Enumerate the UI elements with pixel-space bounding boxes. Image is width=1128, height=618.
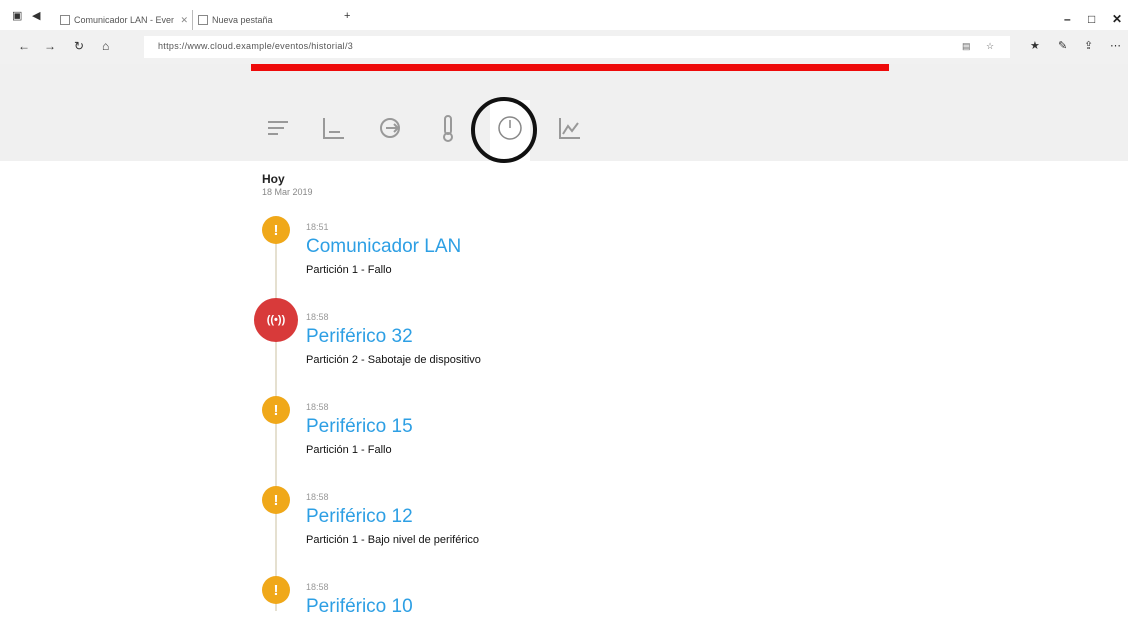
event-description: Partición 2 - Sabotaje de dispositivo xyxy=(306,354,481,366)
tab-label: Comunicador LAN - Eventos xyxy=(74,15,174,25)
thermometer-icon[interactable] xyxy=(432,112,464,144)
more-icon[interactable]: ⋯ xyxy=(1110,39,1121,52)
back-tabs-icon[interactable]: ◀ xyxy=(32,11,40,22)
back-icon[interactable]: ← xyxy=(18,39,30,53)
event-time: 18:58 xyxy=(306,582,329,592)
favorite-star-icon[interactable]: ☆ xyxy=(986,41,994,52)
event-description: Partición 1 - Fallo xyxy=(306,264,392,276)
event-description: Partición 1 - Bajo nivel de periférico xyxy=(306,534,480,546)
favorites-icon[interactable]: ★ xyxy=(1030,39,1040,52)
day-label: Hoy xyxy=(262,172,285,186)
event-time: 18:51 xyxy=(306,222,329,232)
alarm-icon: ((•)) xyxy=(254,298,298,342)
close-window-icon[interactable]: ✕ xyxy=(1112,12,1122,26)
home-icon[interactable]: ⌂ xyxy=(102,39,109,53)
exclamation-icon: ! xyxy=(262,576,290,604)
page-loading-bar xyxy=(251,64,889,71)
forward-icon[interactable]: → xyxy=(44,39,56,53)
exclamation-icon: ! xyxy=(262,396,290,424)
event-description: Partición 1 - Fallo xyxy=(306,444,392,456)
browser-tab-bar: ▣ ◀ Comunicador LAN - Eventos ✕ Nueva pe… xyxy=(0,0,1128,30)
login-icon[interactable] xyxy=(374,112,406,144)
notes-icon[interactable]: ✎ xyxy=(1058,39,1067,52)
share-icon[interactable]: ⇪ xyxy=(1084,39,1093,52)
event-time: 18:58 xyxy=(306,312,329,322)
event-title[interactable]: Periférico 32 xyxy=(306,326,413,348)
chart-icon[interactable] xyxy=(318,112,350,144)
day-date: 18 Mar 2019 xyxy=(262,187,313,197)
close-tab-icon[interactable]: ✕ xyxy=(180,15,192,26)
new-tab-icon[interactable]: + xyxy=(344,11,350,22)
url-field[interactable]: https://www.cloud.example/eventos/histor… xyxy=(144,36,1010,58)
reading-view-icon[interactable]: ▤ xyxy=(962,41,971,52)
url-text: https://www.cloud.example/eventos/histor… xyxy=(158,41,354,51)
refresh-icon[interactable]: ↻ xyxy=(74,39,84,53)
favicon-icon xyxy=(198,15,208,25)
maximize-icon[interactable]: □ xyxy=(1088,12,1095,26)
browser-tab[interactable]: Nueva pestaña xyxy=(198,10,318,30)
exclamation-icon: ! xyxy=(262,216,290,244)
tab-actions-icon[interactable]: ▣ xyxy=(12,11,22,22)
minimize-icon[interactable]: – xyxy=(1064,12,1071,26)
address-bar: ← → ↻ ⌂ https://www.cloud.example/evento… xyxy=(0,30,1128,64)
event-time: 18:58 xyxy=(306,402,329,412)
browser-tab-active[interactable]: Comunicador LAN - Eventos ✕ xyxy=(60,10,193,30)
annotation-circle xyxy=(471,97,537,163)
event-time: 18:58 xyxy=(306,492,329,502)
event-title[interactable]: Comunicador LAN xyxy=(306,236,461,258)
event-title[interactable]: Periférico 10 xyxy=(306,596,413,618)
exclamation-icon: ! xyxy=(262,486,290,514)
day-header: Hoy 18 Mar 2019 xyxy=(262,172,313,197)
area-chart-icon[interactable] xyxy=(554,112,586,144)
list-icon[interactable] xyxy=(262,112,294,144)
tab-label: Nueva pestaña xyxy=(212,15,273,25)
event-title[interactable]: Periférico 15 xyxy=(306,416,413,438)
event-title[interactable]: Periférico 12 xyxy=(306,506,413,528)
favicon-icon xyxy=(60,15,70,25)
